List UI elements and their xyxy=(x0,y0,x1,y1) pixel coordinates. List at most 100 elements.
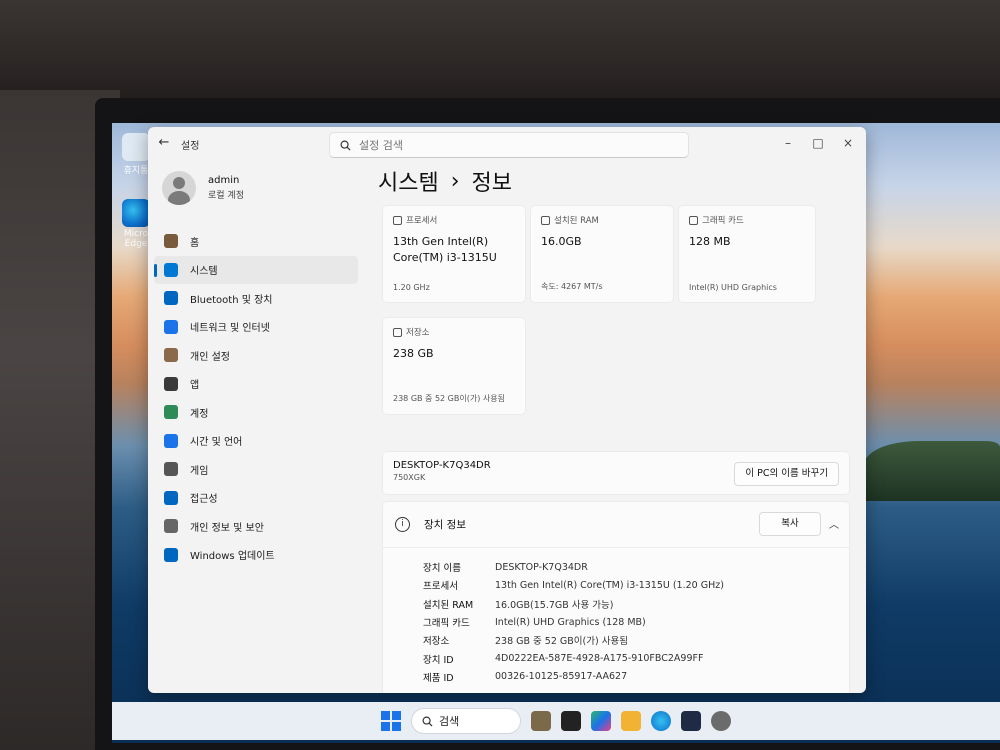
graphics-icon xyxy=(689,215,698,225)
card-value: 16.0GB xyxy=(541,235,582,248)
sidebar-item-label: 게임 xyxy=(190,465,209,477)
sidebar-item-label: 접근성 xyxy=(190,494,218,506)
sidebar-item-10[interactable]: 개인 정보 및 보안 xyxy=(154,512,358,541)
ram-card: 설치된 RAM 16.0GB 속도: 4267 MT/s xyxy=(530,205,674,303)
user-profile[interactable]: admin 로컬 계정 xyxy=(162,171,244,205)
spec-value: 00326-10125-85917-AA627 xyxy=(495,671,628,683)
minimize-button[interactable]: – xyxy=(774,133,802,153)
card-label: 프로세서 xyxy=(406,216,438,226)
card-label: 설치된 RAM xyxy=(554,216,599,226)
copy-button[interactable]: 복사 xyxy=(759,512,821,536)
search-box[interactable] xyxy=(329,132,689,158)
recycle-bin-icon xyxy=(122,133,150,161)
page-title: 시스템 › 정보 xyxy=(378,165,512,197)
breadcrumb-separator: › xyxy=(450,168,460,194)
title-bar: ← 설정 – □ × xyxy=(148,127,866,161)
device-specs-title: 장치 정보 xyxy=(424,519,466,531)
sidebar-item-2[interactable]: Bluetooth 및 장치 xyxy=(154,284,358,313)
card-value: 238 GB xyxy=(393,347,434,360)
breadcrumb-parent[interactable]: 시스템 xyxy=(378,165,439,197)
sidebar-item-0[interactable]: 홈 xyxy=(154,227,358,256)
profile-account-type: 로컬 계정 xyxy=(208,191,244,201)
card-value: 13th Gen Intel(R) Core(TM) i3-1315U xyxy=(393,235,497,264)
spec-row: 저장소 238 GB 중 52 GB이(가) 사용됨 xyxy=(423,631,849,649)
device-specs-panel: i 장치 정보 복사 ︿ 장치 이름 DESKTOP-K7Q34DR 프로세서 13t… xyxy=(382,501,850,693)
search-icon xyxy=(422,716,433,727)
desktop-icon-label: 휴지통 xyxy=(123,166,149,176)
processor-card: 프로세서 13th Gen Intel(R) Core(TM) i3-1315U… xyxy=(382,205,526,303)
spec-value: Intel(R) UHD Graphics (128 MB) xyxy=(495,616,646,628)
spec-row: 장치 이름 DESKTOP-K7Q34DR xyxy=(423,558,849,576)
edge-icon[interactable] xyxy=(651,711,671,731)
spec-key: 저장소 xyxy=(423,636,450,648)
rename-pc-button[interactable]: 이 PC의 이름 바꾸기 xyxy=(734,462,839,486)
sidebar-item-6[interactable]: 계정 xyxy=(154,398,358,427)
taskbar: 검색 xyxy=(112,702,1000,740)
chevron-up-icon[interactable]: ︿ xyxy=(829,516,839,531)
sidebar-nav: 홈시스템 Bluetooth 및 장치네트워크 및 인터넷개인 설정앱 계정 시간 및… xyxy=(154,227,358,569)
spec-row: 설치된 RAM 16.0GB(15.7GB 사용 가능) xyxy=(423,595,849,613)
wallpaper-island xyxy=(864,441,1000,501)
background-room xyxy=(0,0,1000,110)
maximize-button[interactable]: □ xyxy=(804,133,832,153)
sidebar-item-label: Bluetooth 및 장치 xyxy=(190,294,273,306)
sidebar-item-label: 네트워크 및 인터넷 xyxy=(190,323,270,335)
sidebar-item-8[interactable]: 게임 xyxy=(154,455,358,484)
breadcrumb-current: 정보 xyxy=(471,171,513,196)
sidebar-item-label: Windows 업데이트 xyxy=(190,551,275,563)
device-name-row: DESKTOP-K7Q34DR 750XGK 이 PC의 이름 바꾸기 xyxy=(382,451,850,495)
spec-row: 그래픽 카드 Intel(R) UHD Graphics (128 MB) xyxy=(423,613,849,631)
spec-value: DESKTOP-K7Q34DR xyxy=(495,561,588,573)
store-icon[interactable] xyxy=(681,711,701,731)
copilot-icon[interactable] xyxy=(591,711,611,731)
apps-icon xyxy=(164,376,178,391)
sidebar-item-3[interactable]: 네트워크 및 인터넷 xyxy=(154,313,358,342)
sidebar-item-9[interactable]: 접근성 xyxy=(154,484,358,513)
spec-row: 제품 ID 00326-10125-85917-AA627 xyxy=(423,668,849,686)
sidebar-item-1[interactable]: 시스템 xyxy=(154,255,358,284)
settings-gear-icon[interactable] xyxy=(711,711,731,731)
file-explorer-icon[interactable] xyxy=(621,711,641,731)
taskbar-search-label: 검색 xyxy=(439,715,460,728)
spec-key: 설치된 RAM xyxy=(423,599,474,611)
gaming-icon xyxy=(164,462,178,477)
card-detail: 속도: 4267 MT/s xyxy=(541,282,603,291)
accounts-icon xyxy=(164,405,178,420)
sidebar-item-5[interactable]: 앱 xyxy=(154,370,358,399)
search-input[interactable] xyxy=(359,138,659,152)
info-icon: i xyxy=(395,517,410,532)
task-view-icon[interactable] xyxy=(561,711,581,731)
spec-key: 장치 ID xyxy=(423,654,454,666)
sidebar-item-label: 시스템 xyxy=(190,266,218,278)
sidebar-item-11[interactable]: Windows 업데이트 xyxy=(154,541,358,570)
windows-update-icon xyxy=(164,547,178,562)
close-button[interactable]: × xyxy=(834,133,862,153)
accessibility-icon xyxy=(164,490,178,505)
storage-card: 저장소 238 GB 238 GB 중 52 GB이(가) 사용됨 xyxy=(382,317,526,415)
spec-value: 238 GB 중 52 GB이(가) 사용됨 xyxy=(495,636,628,648)
spec-row: 프로세서 13th Gen Intel(R) Core(TM) i3-1315U … xyxy=(423,576,849,594)
desktop-icon-label: Micro Edge xyxy=(123,229,149,249)
profile-name: admin xyxy=(208,175,240,186)
sidebar: admin 로컬 계정 홈시스템 Bluetooth 및 장치네트워크 및 인터넷… xyxy=(148,161,368,693)
card-value: 128 MB xyxy=(689,235,731,248)
spec-row: 장치 ID 4D0222EA-587E-4928-A175-910FBC2A99F… xyxy=(423,649,849,667)
network-icon xyxy=(164,319,178,334)
card-label: 저장소 xyxy=(406,328,430,338)
time-language-icon xyxy=(164,433,178,448)
ram-icon xyxy=(541,215,550,225)
back-button[interactable]: ← xyxy=(154,135,174,150)
avatar xyxy=(162,171,196,205)
system-icon xyxy=(164,262,178,277)
search-icon xyxy=(340,140,351,151)
windows-start-icon[interactable] xyxy=(381,711,401,731)
sidebar-item-7[interactable]: 시간 및 언어 xyxy=(154,427,358,456)
sidebar-item-label: 개인 설정 xyxy=(190,351,230,363)
spec-key: 장치 이름 xyxy=(423,563,461,575)
spec-key: 제품 ID xyxy=(423,672,454,684)
sidebar-item-4[interactable]: 개인 설정 xyxy=(154,341,358,370)
graphics-card: 그래픽 카드 128 MB Intel(R) UHD Graphics xyxy=(678,205,816,303)
taskbar-search[interactable]: 검색 xyxy=(411,708,521,734)
processor-icon xyxy=(393,215,402,225)
widgets-icon[interactable] xyxy=(531,711,551,731)
